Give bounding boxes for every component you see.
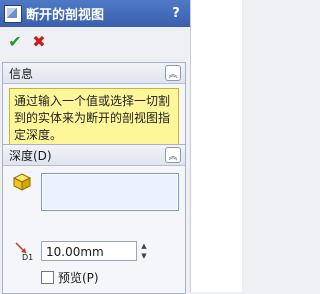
depth-input[interactable]: 10.00mm (41, 241, 137, 261)
depth-icon-label: D1 (22, 253, 33, 261)
preview-row: 预览(P) (41, 269, 99, 286)
cancel-button[interactable]: ✖ (28, 32, 50, 51)
help-icon[interactable]: ? (168, 6, 184, 21)
depth-spinner[interactable]: ▲ ▼ (139, 241, 149, 261)
info-group: 信息 ︽ 通过输入一个值或选择一切割到的实体来为断开的剖视图指定深度。 (2, 62, 186, 157)
preview-checkbox[interactable] (41, 271, 54, 284)
collapse-icon[interactable]: ︽ (165, 65, 181, 81)
spin-up-icon[interactable]: ▲ (141, 242, 146, 250)
info-group-header[interactable]: 信息 ︽ (3, 63, 185, 84)
side-strip (190, 0, 242, 292)
action-row: ✔ ✖ (0, 30, 50, 52)
collapse-icon[interactable]: ︽ (165, 147, 181, 163)
depth-group: 深度(D) ︽ D1 10.00mm ▲ ▼ 预览(P) (2, 144, 186, 294)
spin-down-icon[interactable]: ▼ (141, 252, 146, 260)
selection-box[interactable] (41, 173, 179, 211)
depth-group-title: 深度(D) (9, 148, 52, 163)
property-manager-header: 断开的剖视图 ? (0, 0, 190, 27)
info-message: 通过输入一个值或选择一切割到的实体来为断开的剖视图指定深度。 (9, 88, 179, 150)
depth-group-header[interactable]: 深度(D) ︽ (3, 145, 185, 166)
feature-icon (4, 4, 22, 23)
page-title: 断开的剖视图 (26, 8, 105, 23)
depth-icon: D1 (15, 242, 33, 261)
info-group-title: 信息 (9, 66, 34, 81)
ok-button[interactable]: ✔ (4, 32, 26, 51)
cube-icon (13, 173, 31, 191)
preview-label: 预览(P) (58, 271, 99, 285)
